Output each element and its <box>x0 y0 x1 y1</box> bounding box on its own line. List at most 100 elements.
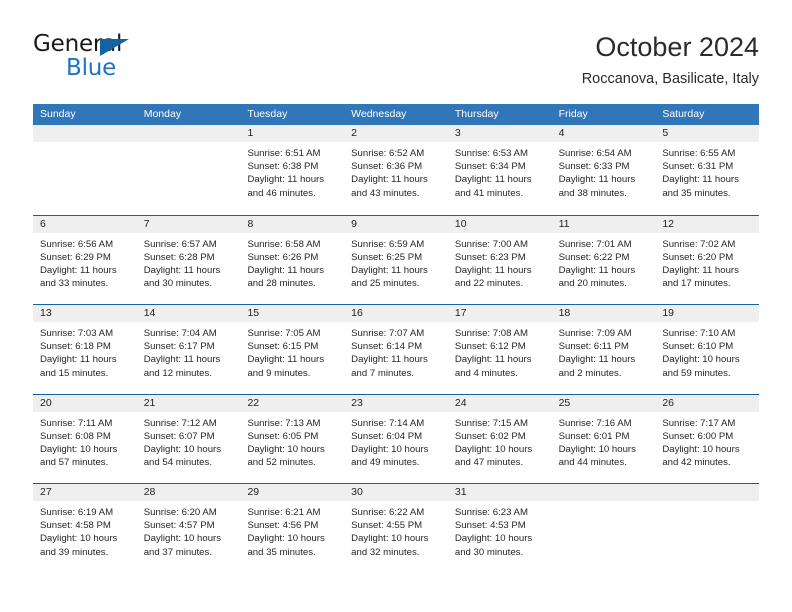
date-number: 14 <box>143 307 156 319</box>
date-strip: 24 <box>447 394 552 412</box>
day-detail-line: and 12 minutes. <box>143 367 212 379</box>
date-number: 19 <box>662 307 674 319</box>
day-detail-line: Daylight: 10 hours <box>662 443 740 455</box>
day-cell-21[interactable]: 21 Sunrise: 7:12 AM Sunset: 6:07 PM Dayligh… <box>136 394 241 483</box>
date-strip <box>136 125 241 142</box>
date-strip: 12 <box>655 215 760 233</box>
day-details: Sunrise: 6:54 AM Sunset: 6:33 PM Daylight:… <box>552 142 656 200</box>
day-cell-20[interactable]: 20 Sunrise: 7:11 AM Sunset: 6:08 PM Dayligh… <box>33 394 137 483</box>
day-detail-line: Sunrise: 6:19 AM <box>40 507 114 518</box>
day-detail-line: and 49 minutes. <box>351 457 420 469</box>
day-cell-9[interactable]: 9 Sunrise: 6:59 AM Sunset: 6:25 PM Daylight… <box>344 215 448 304</box>
page-header: General Blue October 2024 Roccanova, Bas… <box>33 31 759 97</box>
day-detail-line: Sunset: 6:31 PM <box>662 161 734 173</box>
date-strip: 27 <box>33 484 137 501</box>
day-detail-line: Sunrise: 6:52 AM <box>351 148 425 159</box>
date-number: 2 <box>351 127 357 139</box>
day-cell-29[interactable]: 29 Sunrise: 6:21 AM Sunset: 4:56 PM Dayligh… <box>240 484 345 573</box>
date-number: 15 <box>247 307 260 319</box>
date-number: 25 <box>558 396 571 409</box>
day-cell-8[interactable]: 8 Sunrise: 6:58 AM Sunset: 6:26 PM Daylight… <box>240 215 345 304</box>
day-detail-line: Sunset: 6:29 PM <box>40 251 111 263</box>
day-detail-line: Sunset: 6:08 PM <box>40 430 111 442</box>
date-strip: 10 <box>447 215 552 233</box>
day-detail-line: Sunrise: 6:20 AM <box>143 507 217 518</box>
day-cell-6[interactable]: 6 Sunrise: 6:56 AM Sunset: 6:29 PM Daylight… <box>33 215 137 304</box>
day-cell-4[interactable]: 4 Sunrise: 6:54 AM Sunset: 6:33 PM Daylight… <box>551 125 656 215</box>
date-strip: 14 <box>136 305 241 322</box>
day-detail-line: Sunrise: 7:16 AM <box>558 417 632 429</box>
day-detail-line: Sunset: 6:02 PM <box>454 430 526 442</box>
date-number: 30 <box>351 486 363 498</box>
day-cell-7[interactable]: 7 Sunrise: 6:57 AM Sunset: 6:28 PM Daylight… <box>136 215 241 304</box>
day-detail-line: Daylight: 10 hours <box>40 443 118 455</box>
day-detail-line: Sunrise: 7:04 AM <box>143 328 217 339</box>
day-cell-15[interactable]: 15 Sunrise: 7:05 AM Sunset: 6:15 PM Dayligh… <box>240 305 345 394</box>
day-detail-line: Sunset: 4:53 PM <box>454 520 526 532</box>
day-cell-17[interactable]: 17 Sunrise: 7:08 AM Sunset: 6:12 PM Dayligh… <box>447 305 552 394</box>
day-detail-line: Sunset: 6:25 PM <box>351 251 423 263</box>
day-detail-line: Daylight: 11 hours <box>662 174 739 186</box>
day-cell-empty <box>33 125 137 215</box>
day-cell-23[interactable]: 23 Sunrise: 7:14 AM Sunset: 6:04 PM Dayligh… <box>344 394 448 483</box>
day-detail-line: Sunset: 6:14 PM <box>351 341 423 353</box>
day-cell-18[interactable]: 18 Sunrise: 7:09 AM Sunset: 6:11 PM Dayligh… <box>551 305 656 394</box>
calendar-page: General Blue October 2024 Roccanova, Bas… <box>0 0 792 612</box>
day-detail-line: Sunrise: 6:57 AM <box>143 238 217 250</box>
day-cell-5[interactable]: 5 Sunrise: 6:55 AM Sunset: 6:31 PM Daylight… <box>655 125 760 215</box>
date-number: 7 <box>143 217 150 230</box>
day-detail-line: Sunrise: 7:11 AM <box>40 417 113 429</box>
day-cell-26[interactable]: 26 Sunrise: 7:17 AM Sunset: 6:00 PM Dayligh… <box>655 394 760 483</box>
date-number: 1 <box>247 127 254 139</box>
day-cell-10[interactable]: 10 Sunrise: 7:00 AM Sunset: 6:23 PM Dayligh… <box>447 215 552 304</box>
date-strip: 16 <box>344 305 448 322</box>
day-cell-2[interactable]: 2 Sunrise: 6:52 AM Sunset: 6:36 PM Daylight… <box>344 125 448 215</box>
day-cell-19[interactable]: 19 Sunrise: 7:10 AM Sunset: 6:10 PM Dayligh… <box>655 305 760 394</box>
day-cell-30[interactable]: 30 Sunrise: 6:22 AM Sunset: 4:55 PM Dayligh… <box>344 484 448 573</box>
day-detail-line: and 17 minutes. <box>662 278 731 290</box>
day-detail-line: Sunrise: 7:13 AM <box>247 417 321 429</box>
date-number: 21 <box>143 396 156 409</box>
day-cell-22[interactable]: 22 Sunrise: 7:13 AM Sunset: 6:05 PM Dayligh… <box>240 394 345 483</box>
weekday-header-tuesday: Tuesday <box>247 108 288 120</box>
date-strip: 22 <box>240 394 345 412</box>
day-cell-13[interactable]: 13 Sunrise: 7:03 AM Sunset: 6:18 PM Dayligh… <box>33 305 137 394</box>
day-cell-28[interactable]: 28 Sunrise: 6:20 AM Sunset: 4:57 PM Dayligh… <box>136 484 241 573</box>
day-details: Sunrise: 7:02 AM Sunset: 6:20 PM Daylight:… <box>655 233 759 291</box>
day-cell-14[interactable]: 14 Sunrise: 7:04 AM Sunset: 6:17 PM Dayligh… <box>136 305 241 394</box>
day-detail-line: and 43 minutes. <box>351 187 420 199</box>
day-detail-line: Sunset: 6:22 PM <box>558 251 630 263</box>
day-detail-line: Daylight: 10 hours <box>454 443 533 455</box>
date-strip: 28 <box>136 484 241 501</box>
day-detail-line: Daylight: 10 hours <box>351 443 429 455</box>
day-cell-12[interactable]: 12 Sunrise: 7:02 AM Sunset: 6:20 PM Dayligh… <box>655 215 760 304</box>
day-detail-line: Sunrise: 6:56 AM <box>40 238 114 250</box>
day-detail-line: Sunset: 6:01 PM <box>558 430 630 442</box>
date-number: 13 <box>40 307 52 319</box>
day-details: Sunrise: 7:10 AM Sunset: 6:10 PM Daylight:… <box>655 322 759 380</box>
day-detail-line: and 37 minutes. <box>143 546 212 558</box>
day-detail-line: Sunset: 6:28 PM <box>143 251 215 263</box>
day-details: Sunrise: 6:55 AM Sunset: 6:31 PM Daylight:… <box>655 142 759 200</box>
day-cell-27[interactable]: 27 Sunrise: 6:19 AM Sunset: 4:58 PM Dayligh… <box>33 484 137 573</box>
day-cell-11[interactable]: 11 Sunrise: 7:01 AM Sunset: 6:22 PM Dayligh… <box>551 215 656 304</box>
date-strip: 4 <box>551 125 656 142</box>
day-cell-empty <box>655 484 760 573</box>
day-detail-line: Sunset: 6:00 PM <box>662 430 734 442</box>
page-title: October 2024 <box>595 32 759 62</box>
day-cell-1[interactable]: 1 Sunrise: 6:51 AM Sunset: 6:38 PM Daylight… <box>240 125 345 215</box>
day-cell-24[interactable]: 24 Sunrise: 7:15 AM Sunset: 6:02 PM Dayligh… <box>447 394 552 483</box>
day-detail-line: Daylight: 10 hours <box>351 533 429 545</box>
day-details <box>552 501 656 506</box>
date-number: 31 <box>454 486 467 498</box>
day-detail-line: Sunset: 4:55 PM <box>351 520 423 532</box>
day-cell-16[interactable]: 16 Sunrise: 7:07 AM Sunset: 6:14 PM Dayligh… <box>344 305 448 394</box>
day-cell-31[interactable]: 31 Sunrise: 6:23 AM Sunset: 4:53 PM Dayligh… <box>447 484 552 573</box>
day-detail-line: Daylight: 10 hours <box>454 533 533 545</box>
day-cell-3[interactable]: 3 Sunrise: 6:53 AM Sunset: 6:34 PM Daylight… <box>447 125 552 215</box>
general-blue-logo: General Blue <box>33 31 213 83</box>
day-cell-25[interactable]: 25 Sunrise: 7:16 AM Sunset: 6:01 PM Dayligh… <box>551 394 656 483</box>
day-details: Sunrise: 7:16 AM Sunset: 6:01 PM Daylight:… <box>552 412 656 470</box>
date-strip: 29 <box>240 484 345 501</box>
day-detail-line: Sunrise: 6:55 AM <box>662 148 736 159</box>
